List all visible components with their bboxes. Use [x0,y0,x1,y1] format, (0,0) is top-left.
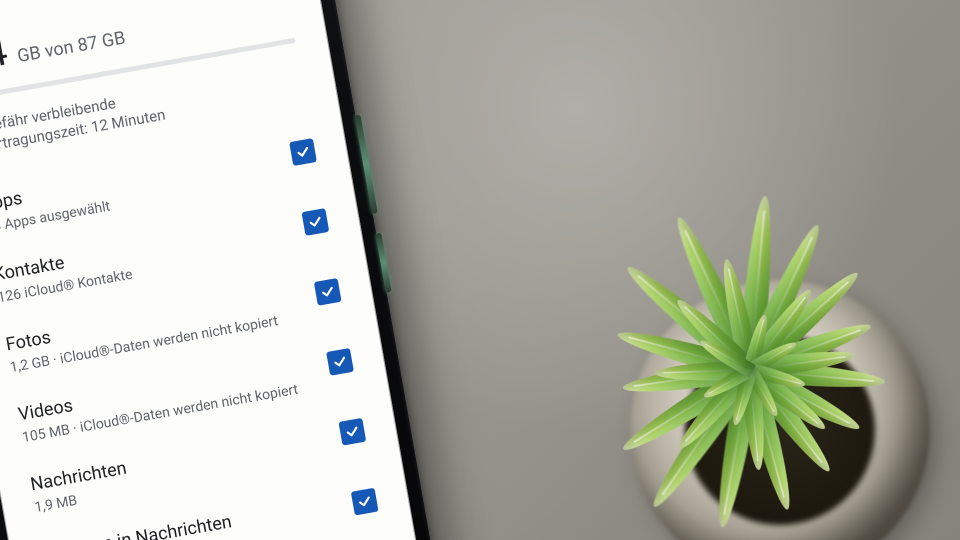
checkbox-icon[interactable] [326,348,354,376]
checkbox-icon[interactable] [351,488,379,516]
phone-screen: 4,4 GB von 87 GB Ungefähr verbleibende Ü… [0,0,438,540]
checkbox-icon[interactable] [301,208,329,236]
photo-scene: 4,4 GB von 87 GB Ungefähr verbleibende Ü… [0,0,960,540]
phone-side-button [375,233,391,293]
checkbox-icon[interactable] [339,418,367,446]
transfer-content: 4,4 GB von 87 GB Ungefähr verbleibende Ü… [0,0,413,540]
plant-soil [685,335,875,525]
phone-side-button [354,115,377,215]
storage-total: GB von 87 GB [16,27,127,67]
storage-used: 4,4 [0,27,10,82]
checkbox-icon[interactable] [289,138,317,166]
phone-device: 4,4 GB von 87 GB Ungefähr verbleibende Ü… [0,0,454,540]
checkbox-icon[interactable] [314,278,342,306]
category-list: Apps28 Apps ausgewähltKontakte126 iCloud… [0,122,381,540]
